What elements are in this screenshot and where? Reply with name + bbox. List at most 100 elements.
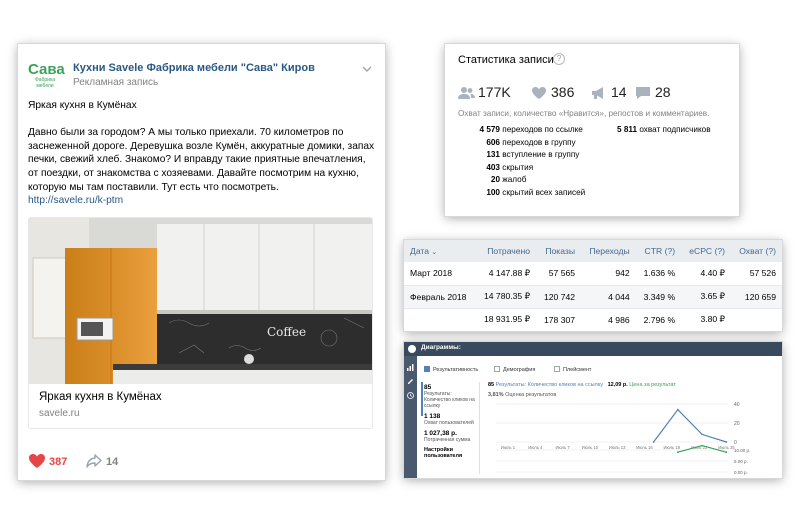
checkbox-icon[interactable] (494, 366, 500, 372)
table-cell: 3.80 ₽ (681, 308, 732, 331)
post-actions: 387 14 (28, 453, 228, 471)
table-cell: 4.40 ₽ (681, 262, 732, 286)
stats-metrics: 177K 386 14 28 (458, 84, 728, 104)
users-icon (458, 87, 475, 99)
settings-label[interactable]: Настройки пользователя (424, 447, 479, 459)
chevron-down-icon[interactable] (360, 62, 374, 76)
column-header[interactable]: Охват (?) (731, 240, 782, 262)
reach-value: 177K (478, 84, 511, 100)
likes-value: 386 (551, 84, 575, 100)
table-cell: 4 044 (581, 285, 636, 309)
brand-logo[interactable]: Сава Фабрика мебели (28, 62, 65, 89)
stats-title: Статистика записи (458, 54, 554, 66)
table-cell: 57 565 (536, 262, 582, 286)
tab-results[interactable]: Результативность (424, 366, 478, 373)
table-cell: 1.636 % (635, 262, 682, 286)
post-body: Яркая кухня в Кумёнах Давно были за горо… (28, 99, 376, 208)
stats-row: 100 скрытий всех записей (486, 187, 586, 197)
stats-row: 403 скрытия (486, 162, 534, 172)
stats-row: 20 жалоб (490, 175, 527, 184)
diagram-metric-list: 85 Результаты: Количество кликов на ссыл… (421, 382, 480, 474)
diagram-card: Диаграммы: Результативность Демография П… (404, 342, 782, 478)
stats-row: 4 579 переходов по ссылке (479, 125, 583, 134)
table-cell (404, 308, 476, 331)
post-link[interactable]: http://savele.ru/k-ptm (28, 194, 376, 208)
stats-left-list: 4 579 переходов по ссылке 606 переходов … (458, 124, 608, 199)
results-line-chart: 40200Июль 1 Июль 4 Июль 7 Июль 10 Июль 13 Июл… (496, 402, 750, 475)
column-header[interactable]: Потрачено (475, 240, 537, 262)
table-cell: Февраль 2018 (404, 285, 476, 309)
table-cell: 4 147.88 ₽ (475, 262, 537, 286)
table-cell (731, 308, 782, 331)
x-tick-label: Июль 10 (582, 445, 599, 450)
table-row: Март 2018 4 147.88 ₽ 57 565 942 1.636 % … (404, 262, 782, 286)
post-header: Сава Фабрика мебели Кухни Savele Фабрика… (28, 58, 378, 90)
column-header[interactable]: CTR (?) (635, 240, 682, 262)
megaphone-icon (592, 87, 603, 99)
attachment-title[interactable]: Яркая кухня в Кумёнах (39, 391, 162, 403)
column-header-date[interactable]: Дата ⌄ (404, 240, 476, 262)
table-cell: 942 (581, 262, 636, 286)
diagram-sidebar (404, 356, 417, 478)
data-point (676, 451, 679, 454)
heart-icon (532, 87, 546, 99)
bar-chart-icon[interactable] (407, 364, 414, 371)
x-tick-label: Июль 16 (636, 445, 653, 450)
y2-tick-label: 5.00 р. (734, 459, 748, 464)
share-icon[interactable] (85, 453, 103, 469)
link-attachment[interactable]: Coffee Яркая кухня в Кумёнах savele.ru (28, 217, 373, 429)
column-header[interactable]: Показы (536, 240, 582, 262)
kitchen-photo[interactable]: Coffee (29, 218, 373, 384)
y-tick-label: 20 (734, 421, 740, 427)
tab-demography[interactable]: Демография (494, 366, 535, 373)
y2-tick-label: 10.00 р. (734, 448, 750, 453)
table-cell: 18 931.95 ₽ (475, 308, 537, 331)
post-card: Сава Фабрика мебели Кухни Savele Фабрика… (18, 44, 385, 480)
ads-stats-table-card: Дата ⌄ Потрачено Показы Переходы CTR (?)… (404, 240, 782, 331)
data-point (725, 451, 728, 454)
heart-icon[interactable] (28, 453, 46, 469)
pencil-icon[interactable] (407, 378, 414, 385)
x-tick-label: Июль 1 (501, 445, 516, 450)
stats-row: 131 вступление в группу (486, 150, 580, 159)
column-header[interactable]: eCPC (?) (681, 240, 732, 262)
checkbox-icon[interactable] (554, 366, 560, 372)
table-cell: 3.349 % (635, 285, 682, 309)
data-point (676, 408, 679, 411)
selection-marker (421, 382, 423, 416)
table-cell: 4 986 (581, 308, 636, 331)
metric-value[interactable]: 85 (424, 384, 479, 391)
column-header[interactable]: Переходы (581, 240, 636, 262)
metric-label: Охват пользователей (424, 420, 474, 426)
tab-placement[interactable]: Плейсмент (554, 366, 591, 373)
table-cell: 178 307 (536, 308, 582, 331)
stats-right-list: 5 811 охват подписчиков (617, 124, 737, 137)
table-row: Февраль 2018 14 780.35 ₽ 120 742 4 044 3… (404, 285, 782, 309)
comments-value: 28 (655, 84, 671, 100)
metric-value[interactable]: 1 027,38 р. (424, 430, 479, 437)
post-heading-text: Яркая кухня в Кумёнах (28, 100, 137, 111)
collapse-toggle-icon[interactable] (408, 345, 416, 353)
ads-stats-table: Дата ⌄ Потрачено Показы Переходы CTR (?)… (404, 240, 782, 331)
post-author-link[interactable]: Кухни Savele Фабрика мебели "Сава" Киров (73, 62, 315, 74)
checkbox-icon[interactable] (424, 366, 430, 372)
x-tick-label: Июль 4 (528, 445, 543, 450)
share-count: 14 (106, 456, 119, 468)
like-count: 387 (49, 456, 68, 468)
table-header-row: Дата ⌄ Потрачено Показы Переходы CTR (?)… (404, 240, 782, 262)
table-cell: Март 2018 (404, 262, 476, 286)
metric-value[interactable]: 1 138 (424, 413, 479, 420)
data-point (725, 441, 728, 443)
data-point (701, 444, 703, 447)
help-icon[interactable]: ? (553, 53, 565, 65)
diagram-header: Диаграммы: (404, 342, 782, 356)
metric-label: Результаты: Количество кликов на ссылку (424, 391, 475, 409)
clock-icon[interactable] (407, 392, 414, 399)
chart-caption: 85 Результаты: Количество кликов на ссыл… (488, 382, 676, 388)
diagram-tabs: Результативность Демография Плейсмент (424, 366, 764, 376)
ad-label: Рекламная запись (73, 77, 159, 88)
reposts-value: 14 (611, 84, 627, 100)
diagram-title: Диаграммы: (421, 344, 461, 351)
stats-row: 606 переходов в группу (486, 137, 576, 147)
table-total-row: 18 931.95 ₽ 178 307 4 986 2.796 % 3.80 ₽ (404, 308, 782, 331)
